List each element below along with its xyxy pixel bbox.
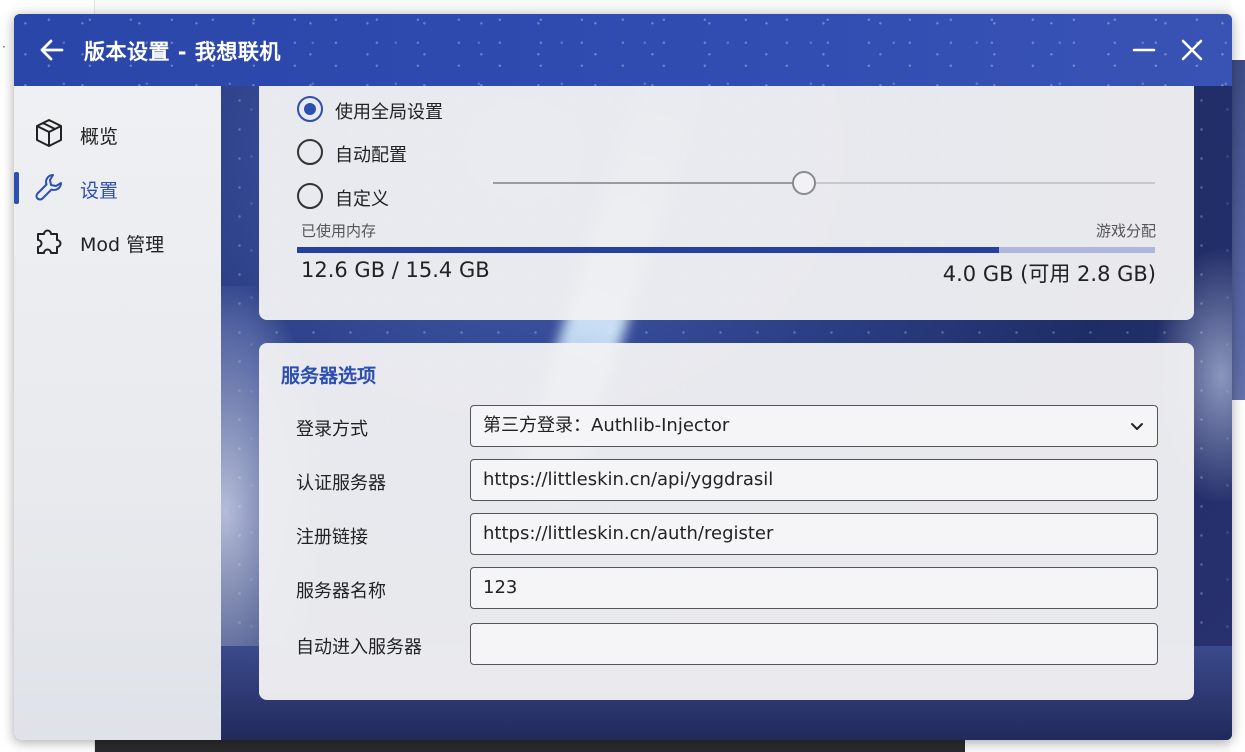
radio-label: 自动配置 — [335, 145, 407, 166]
login-method-select[interactable]: 第三方登录：Authlib-Injector — [470, 405, 1158, 447]
close-icon — [1181, 39, 1203, 61]
memory-used-label: 已使用内存 — [301, 222, 377, 240]
login-method-value: 第三方登录：Authlib-Injector — [483, 415, 730, 436]
auto-join-server-label: 自动进入服务器 — [296, 637, 422, 658]
memory-slider-track[interactable] — [493, 171, 1155, 195]
chevron-down-icon — [1131, 423, 1143, 430]
register-link-label: 注册链接 — [296, 527, 368, 548]
auth-server-input[interactable]: https://littleskin.cn/api/yggdrasil — [470, 459, 1158, 501]
memory-usage-bar — [297, 247, 1155, 253]
server-name-row: 服务器名称 123 — [296, 567, 1158, 609]
puzzle-icon — [37, 229, 62, 254]
wrench-icon — [35, 174, 62, 201]
background-right-card — [1232, 400, 1245, 620]
version-settings-dialog: 版本设置 - 我想联机 概览 设置 Mod 管理 使用全局设置 自动配置 自定义… — [14, 14, 1232, 740]
memory-settings-card: 使用全局设置 自动配置 自定义 已使用内存 游戏分配 12.6 GB / 15.… — [259, 86, 1194, 320]
radio-label: 使用全局设置 — [335, 102, 443, 123]
sidebar-item-label: 设置 — [80, 180, 119, 202]
memory-used-value: 12.6 GB / 15.4 GB — [301, 258, 490, 282]
server-options-card: 服务器选项 登录方式 第三方登录：Authlib-Injector 认证服务器 … — [259, 343, 1194, 700]
register-link-input[interactable]: https://littleskin.cn/auth/register — [470, 513, 1158, 555]
close-button[interactable] — [1176, 34, 1208, 66]
radio-label: 自定义 — [335, 189, 389, 210]
register-link-row: 注册链接 https://littleskin.cn/auth/register — [296, 513, 1158, 555]
minimize-button[interactable] — [1128, 34, 1160, 66]
auto-join-server-row: 自动进入服务器 — [296, 623, 1158, 665]
title-bar: 版本设置 - 我想联机 — [14, 14, 1232, 86]
memory-alloc-value: 4.0 GB (可用 2.8 GB) — [942, 262, 1156, 286]
memory-slider-thumb[interactable] — [792, 171, 817, 195]
sidebar-item-settings[interactable]: 设置 — [14, 164, 221, 208]
radio-button[interactable] — [297, 139, 323, 165]
radio-button-checked[interactable] — [297, 96, 323, 122]
active-indicator — [14, 172, 19, 204]
sidebar: 概览 设置 Mod 管理 — [14, 86, 221, 740]
memory-slider-fill — [493, 182, 805, 184]
memory-usage-fill — [297, 247, 999, 253]
server-name-input[interactable]: 123 — [470, 567, 1158, 609]
auth-server-label: 认证服务器 — [296, 473, 386, 494]
back-button[interactable] — [36, 34, 68, 66]
cube-icon — [36, 119, 62, 147]
server-name-label: 服务器名称 — [296, 581, 386, 602]
background-bottom-bar — [95, 740, 965, 752]
window-title: 版本设置 - 我想联机 — [84, 40, 281, 64]
login-method-row: 登录方式 第三方登录：Authlib-Injector — [296, 405, 1158, 447]
sidebar-item-mods[interactable]: Mod 管理 — [14, 218, 221, 262]
radio-button[interactable] — [297, 183, 323, 209]
minimize-icon — [1132, 48, 1156, 52]
sidebar-item-label: Mod 管理 — [80, 234, 165, 256]
settings-content[interactable]: 使用全局设置 自动配置 自定义 已使用内存 游戏分配 12.6 GB / 15.… — [221, 86, 1232, 740]
sidebar-item-label: 概览 — [80, 126, 119, 148]
arrow-left-icon — [40, 39, 64, 61]
section-title: 服务器选项 — [281, 365, 377, 387]
login-method-label: 登录方式 — [296, 419, 368, 440]
memory-alloc-label: 游戏分配 — [1095, 222, 1156, 240]
auth-server-row: 认证服务器 https://littleskin.cn/api/yggdrasi… — [296, 459, 1158, 501]
sidebar-item-overview[interactable]: 概览 — [14, 110, 221, 154]
auto-join-server-input[interactable] — [470, 623, 1158, 665]
